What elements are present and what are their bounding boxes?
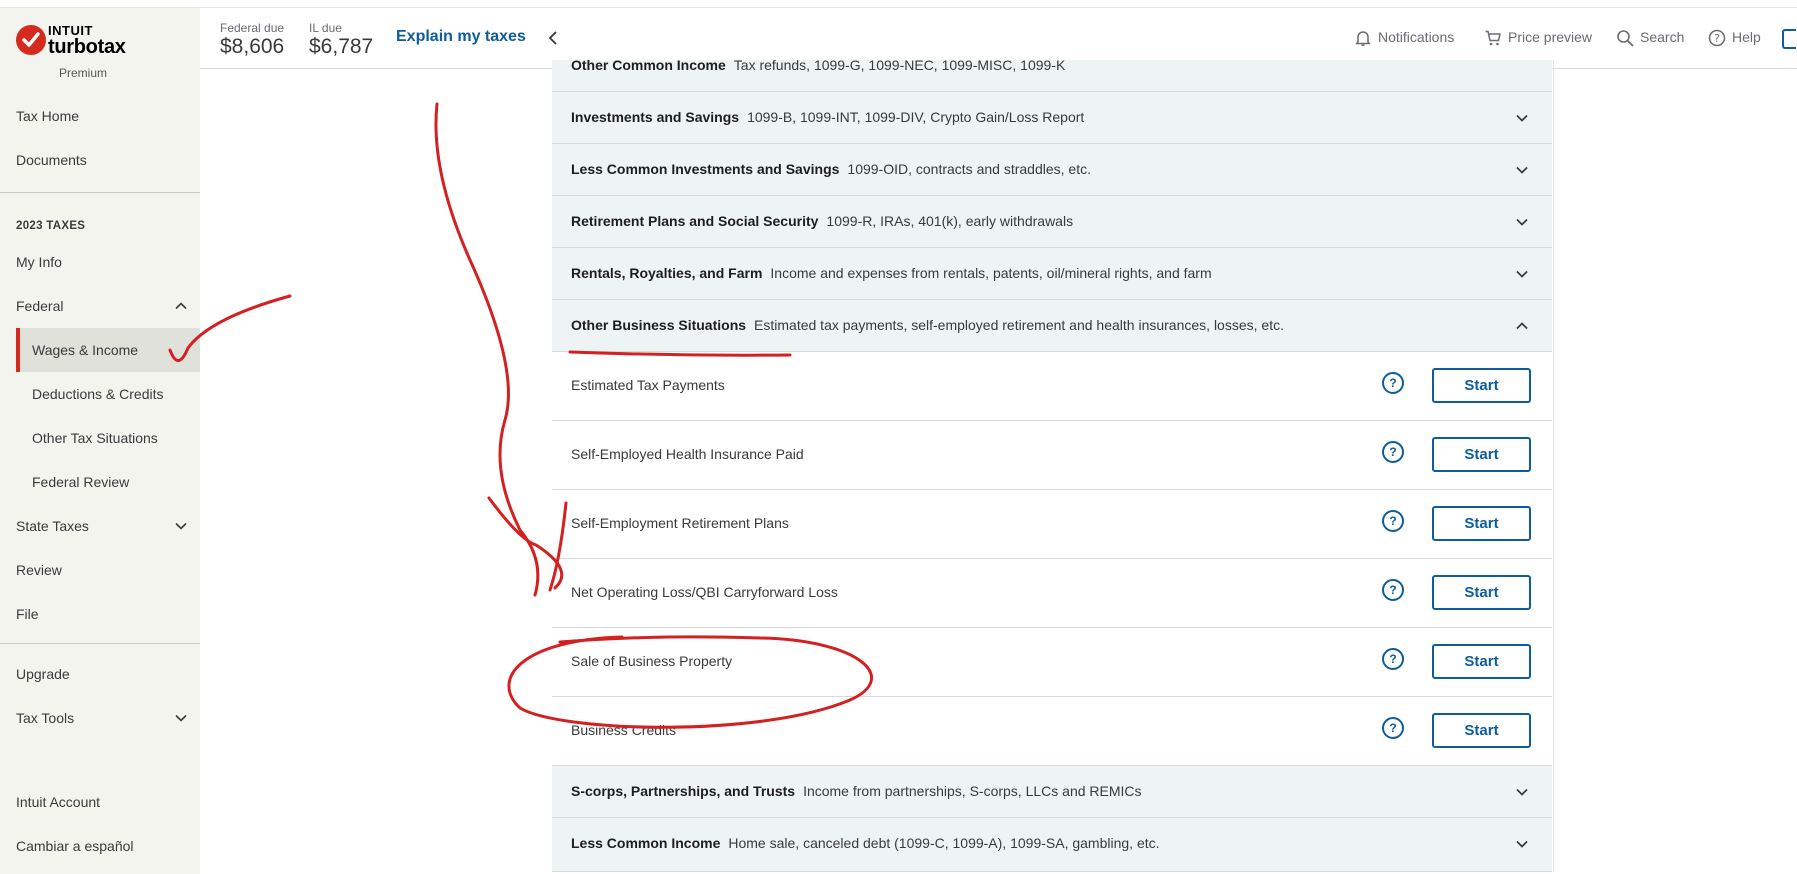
category-row-rentals-royalties-farm[interactable]: Rentals, Royalties, and Farm Income and e… xyxy=(552,248,1552,300)
nav-federal[interactable]: Federal xyxy=(16,296,63,316)
help-icon[interactable]: ? xyxy=(1382,510,1404,532)
question-circle-icon: ? xyxy=(1708,29,1726,47)
category-title: Other Business Situations Estimated tax p… xyxy=(571,317,1284,333)
notifications-button[interactable]: Notifications xyxy=(1354,28,1484,48)
price-preview-button[interactable]: Price preview xyxy=(1484,28,1604,48)
subitem-title: Estimated Tax Payments xyxy=(571,377,725,393)
logo-product: turbotax xyxy=(48,36,126,58)
category-row-other-business-situations[interactable]: Other Business Situations Estimated tax p… xyxy=(552,300,1552,352)
help-button[interactable]: ? Help xyxy=(1708,28,1778,48)
sidebar-divider xyxy=(0,192,200,193)
category-row-less-common-income[interactable]: Less Common Income Home sale, canceled de… xyxy=(552,818,1552,872)
help-icon[interactable]: ? xyxy=(1382,441,1404,463)
chevron-down-icon[interactable] xyxy=(174,519,188,533)
subitem-row-estimated-tax-payments: Estimated Tax Payments ? Start xyxy=(552,352,1552,421)
subitem-row-sale-of-business-property: Sale of Business Property ? Start xyxy=(552,628,1552,697)
nav-file[interactable]: File xyxy=(16,604,39,624)
account-button[interactable] xyxy=(1782,29,1796,49)
category-title: Less Common Income Home sale, canceled de… xyxy=(571,835,1160,851)
category-row-less-common-investments[interactable]: Less Common Investments and Savings 1099-… xyxy=(552,144,1552,196)
explain-my-taxes-link[interactable]: Explain my taxes xyxy=(396,28,526,46)
chevron-down-icon[interactable] xyxy=(1514,266,1530,282)
turbotax-logo[interactable]: INTUIT turbotax Premium xyxy=(16,22,186,82)
subitem-title: Business Credits xyxy=(571,722,677,738)
start-button[interactable]: Start xyxy=(1432,644,1531,679)
subitem-title: Self-Employed Health Insurance Paid xyxy=(571,446,804,462)
nav-intuit-account[interactable]: Intuit Account xyxy=(16,792,100,812)
subitem-row-business-credits: Business Credits ? Start xyxy=(552,697,1552,766)
subitem-row-self-employed-health-insurance: Self-Employed Health Insurance Paid ? St… xyxy=(552,421,1552,490)
chevron-down-icon[interactable] xyxy=(1514,836,1530,852)
nav-state-taxes[interactable]: State Taxes xyxy=(16,516,89,536)
category-row-s-corps-partnerships[interactable]: S-corps, Partnerships, and Trusts Income … xyxy=(552,766,1552,818)
category-title: Less Common Investments and Savings 1099-… xyxy=(571,161,1091,177)
chevron-down-icon[interactable] xyxy=(1514,162,1530,178)
search-icon xyxy=(1617,30,1634,47)
window-top-edge xyxy=(0,0,1797,8)
section-2023-taxes: 2023 TAXES xyxy=(16,220,86,232)
category-row-other-common-income[interactable]: Other Common Income Tax refunds, 1099-G, … xyxy=(552,57,1552,92)
category-title: Investments and Savings 1099-B, 1099-INT,… xyxy=(571,109,1085,125)
start-button[interactable]: Start xyxy=(1432,575,1531,610)
nav-upgrade[interactable]: Upgrade xyxy=(16,664,70,684)
chevron-down-icon[interactable] xyxy=(174,711,188,725)
category-title: Rentals, Royalties, and Farm Income and e… xyxy=(571,265,1212,281)
chevron-left-icon[interactable] xyxy=(545,30,561,46)
help-label: Help xyxy=(1732,29,1761,45)
chevron-down-icon[interactable] xyxy=(1514,214,1530,230)
subitem-row-net-operating-loss: Net Operating Loss/QBI Carryforward Loss… xyxy=(552,559,1552,628)
sidebar-divider xyxy=(0,643,200,644)
annotation-arrow-shaft xyxy=(434,102,540,597)
notifications-label: Notifications xyxy=(1378,29,1455,45)
help-icon[interactable]: ? xyxy=(1382,717,1404,739)
nav-other-tax-situations[interactable]: Other Tax Situations xyxy=(32,428,158,448)
il-due-label: IL due xyxy=(309,21,342,35)
start-button[interactable]: Start xyxy=(1432,368,1531,403)
cart-icon xyxy=(1485,30,1501,46)
federal-due-label: Federal due xyxy=(220,21,285,35)
start-button[interactable]: Start xyxy=(1432,506,1531,541)
federal-due-amount[interactable]: $8,606 xyxy=(220,35,284,59)
price-preview-label: Price preview xyxy=(1508,29,1593,45)
subitem-title: Sale of Business Property xyxy=(571,653,733,669)
chevron-down-icon[interactable] xyxy=(1514,110,1530,126)
help-icon[interactable]: ? xyxy=(1382,579,1404,601)
bell-icon xyxy=(1355,31,1371,46)
checkmark-logo-icon xyxy=(16,25,46,55)
category-row-investments-savings[interactable]: Investments and Savings 1099-B, 1099-INT,… xyxy=(552,92,1552,144)
active-item-indicator xyxy=(16,328,20,372)
nav-tax-home[interactable]: Tax Home xyxy=(16,106,79,126)
logo-tier: Premium xyxy=(58,66,107,80)
start-button[interactable]: Start xyxy=(1432,713,1531,748)
help-icon[interactable]: ? xyxy=(1382,648,1404,670)
category-row-retirement-plans[interactable]: Retirement Plans and Social Security 1099… xyxy=(552,196,1552,248)
search-button[interactable]: Search xyxy=(1616,28,1696,48)
subitem-title: Net Operating Loss/QBI Carryforward Loss xyxy=(571,584,838,600)
chevron-up-icon[interactable] xyxy=(174,299,188,313)
category-title: Other Common Income Tax refunds, 1099-G, … xyxy=(571,57,1066,73)
nav-documents[interactable]: Documents xyxy=(16,150,87,170)
subitem-row-self-employment-retirement: Self-Employment Retirement Plans ? Start xyxy=(552,490,1552,559)
nav-cambiar-espanol[interactable]: Cambiar a español xyxy=(16,836,134,856)
chevron-up-icon[interactable] xyxy=(1514,318,1530,334)
svg-text:?: ? xyxy=(1714,32,1720,45)
category-title: Retirement Plans and Social Security 1099… xyxy=(571,213,1074,229)
subitem-title: Self-Employment Retirement Plans xyxy=(571,515,789,531)
annotation-arrowhead xyxy=(487,496,564,590)
help-icon[interactable]: ? xyxy=(1382,372,1404,394)
nav-deductions-credits[interactable]: Deductions & Credits xyxy=(32,384,164,404)
chevron-down-icon[interactable] xyxy=(1514,784,1530,800)
nav-my-info[interactable]: My Info xyxy=(16,252,62,272)
nav-wages-income[interactable]: Wages & Income xyxy=(32,340,138,360)
nav-tax-tools[interactable]: Tax Tools xyxy=(16,708,74,728)
search-label: Search xyxy=(1640,29,1685,45)
start-button[interactable]: Start xyxy=(1432,437,1531,472)
nav-review[interactable]: Review xyxy=(16,560,62,580)
category-title: S-corps, Partnerships, and Trusts Income … xyxy=(571,783,1142,799)
sidebar: INTUIT turbotax Premium Tax Home Documen… xyxy=(0,8,200,874)
nav-federal-review[interactable]: Federal Review xyxy=(32,472,129,492)
il-due-amount[interactable]: $6,787 xyxy=(309,35,373,59)
